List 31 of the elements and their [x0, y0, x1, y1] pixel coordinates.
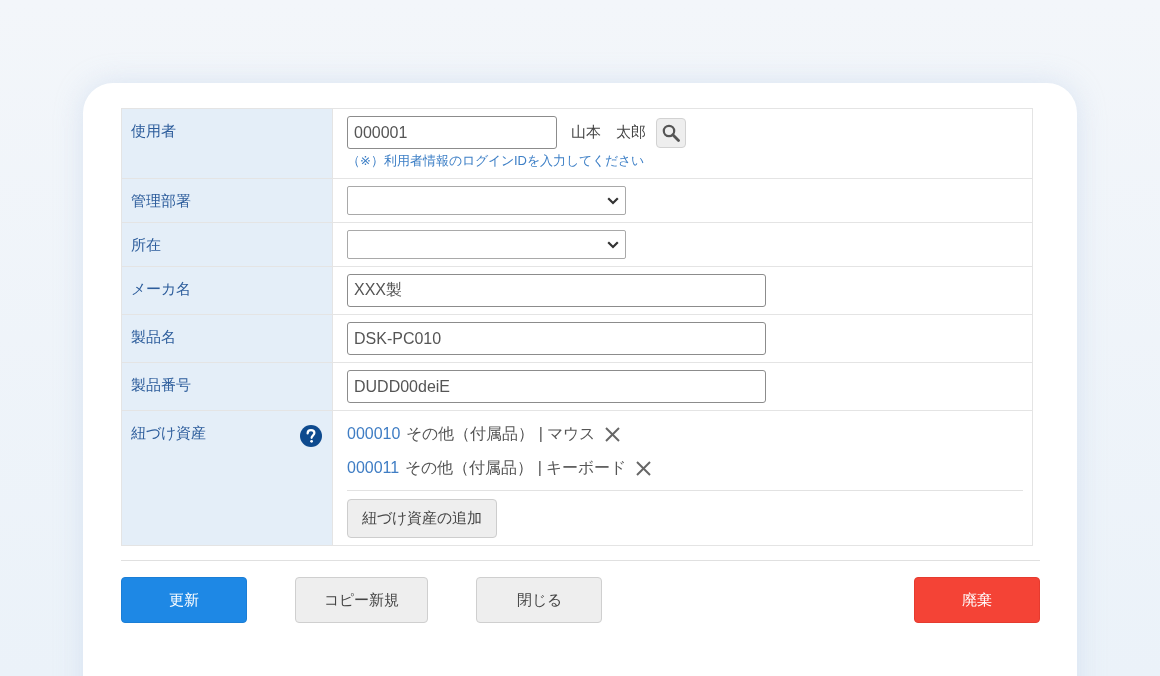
- chevron-down-icon: [607, 196, 619, 205]
- action-button[interactable]: 更新: [121, 577, 247, 623]
- field-label: 製品名: [131, 327, 176, 347]
- close-icon[interactable]: [605, 426, 621, 442]
- action-button[interactable]: 廃棄: [914, 577, 1040, 623]
- search-button[interactable]: [656, 117, 686, 148]
- text-input[interactable]: DUDD00deiE: [347, 370, 766, 403]
- select-field[interactable]: [347, 230, 626, 259]
- action-button[interactable]: 閉じる: [476, 577, 602, 623]
- asset-link[interactable]: 000011: [347, 459, 400, 477]
- login-id-input[interactable]: 000001: [347, 116, 557, 149]
- search-icon: [662, 123, 680, 142]
- field-label: 製品番号: [131, 375, 191, 395]
- asset-text: その他（付属品） | マウス: [406, 423, 596, 444]
- asset-text: その他（付属品） | キーボード: [405, 457, 627, 478]
- field-label: 紐づけ資産: [131, 423, 206, 443]
- action-button[interactable]: コピー新規: [295, 577, 428, 623]
- asset-link[interactable]: 000010: [347, 425, 401, 443]
- close-icon[interactable]: [636, 460, 652, 476]
- help-icon[interactable]: [300, 425, 322, 447]
- add-asset-button[interactable]: 紐づけ資産の追加: [347, 499, 497, 538]
- text-input[interactable]: DSK-PC010: [347, 322, 766, 355]
- field-label: 使用者: [131, 121, 176, 141]
- field-label: メーカ名: [131, 279, 191, 299]
- text-input[interactable]: XXX製: [347, 274, 766, 307]
- hint-text: （※）利用者情報のログインIDを入力してください: [347, 152, 644, 170]
- chevron-down-icon: [607, 240, 619, 249]
- select-field[interactable]: [347, 186, 626, 215]
- field-label: 管理部署: [131, 191, 191, 211]
- user-name: 山本 太郎: [571, 123, 646, 142]
- field-label: 所在: [131, 235, 161, 255]
